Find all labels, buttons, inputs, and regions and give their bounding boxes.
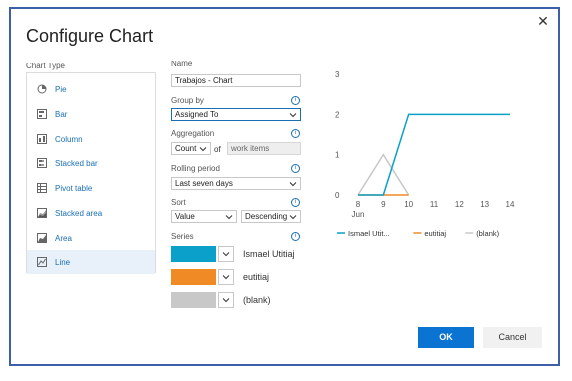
sort-label: Sort — [171, 198, 186, 207]
sort-info-icon[interactable]: i — [291, 198, 300, 207]
group-by-label: Group by — [171, 96, 204, 105]
chart-type-label: Chart Type — [26, 63, 65, 70]
chart-type-label-area: Area — [55, 233, 72, 243]
rolling-period-value: Last seven days — [175, 179, 233, 188]
chart-type-label-pivot-table: Pivot table — [55, 183, 93, 193]
of-text: of — [214, 145, 221, 154]
name-input[interactable]: Trabajos - Chart — [171, 74, 301, 87]
chart-type-stacked-area[interactable]: Stacked area — [27, 201, 155, 225]
chart-type-list: Pie Bar Column Stacked bar Pivot table S… — [26, 72, 156, 274]
column-icon — [37, 134, 47, 144]
series-line-2 — [357, 153, 410, 196]
chart-type-label-pie: Pie — [55, 84, 67, 94]
bar-icon — [37, 109, 47, 119]
x-sub-label: Jun — [352, 210, 365, 219]
cancel-button[interactable]: Cancel — [483, 327, 542, 348]
chevron-down-icon — [289, 113, 297, 118]
series-color-swatch-1[interactable] — [171, 269, 216, 285]
sort-order-select[interactable]: Descending — [241, 210, 301, 223]
rolling-period-select[interactable]: Last seven days — [171, 177, 301, 190]
rolling-period-info-icon[interactable]: i — [291, 164, 300, 173]
chart-type-line[interactable]: Line — [27, 250, 155, 274]
rolling-period-label: Rolling period — [171, 164, 220, 173]
chart-type-area[interactable]: Area — [27, 226, 155, 250]
chart-type-label-stacked-area: Stacked area — [55, 208, 103, 218]
aggregation-select[interactable]: Count — [171, 142, 211, 155]
ok-button[interactable]: OK — [418, 327, 474, 348]
y-tick-label-2: 2 — [335, 110, 340, 119]
sort-by-select[interactable]: Value — [171, 210, 237, 223]
chevron-down-icon — [222, 252, 230, 257]
chart-type-label-stacked-bar: Stacked bar — [55, 158, 98, 168]
name-label: Name — [171, 61, 193, 68]
x-tick-label-0: 8 — [356, 200, 361, 209]
chart-type-bar[interactable]: Bar — [27, 102, 155, 126]
chart-type-column[interactable]: Column — [27, 127, 155, 151]
aggregation-info-icon[interactable]: i — [291, 129, 300, 138]
dialog-title: Configure Chart — [26, 26, 154, 46]
group-by-value: Assigned To — [175, 110, 219, 119]
chart-type-label-column: Column — [55, 134, 83, 144]
chart-type-label-line: Line — [55, 257, 71, 267]
x-tick-label-1: 9 — [381, 200, 386, 209]
chart-type-pivot-table[interactable]: Pivot table — [27, 176, 155, 200]
series-color-dropdown-1[interactable] — [218, 269, 234, 285]
chart-preview: 01238 9 10 11 12 13 14JunIsmael Utit... eutitia… — [335, 70, 515, 238]
chevron-down-icon — [199, 147, 207, 152]
legend-label-2: (blank) — [476, 229, 499, 238]
aggregation-value: Count — [175, 144, 197, 153]
stacked-area-icon — [37, 208, 47, 218]
series-color-dropdown-0[interactable] — [218, 246, 234, 262]
sort-order-value: Descending — [245, 212, 288, 221]
x-tick-label-5: 13 — [480, 200, 489, 209]
pie-icon — [37, 84, 47, 94]
legend-label-1: eutitiaj — [424, 229, 446, 238]
series-label: Series — [171, 232, 194, 241]
x-tick-label-4: 12 — [455, 200, 464, 209]
series-name-0: Ismael Utitiaj — [243, 249, 295, 259]
y-tick-label-3: 3 — [335, 70, 340, 79]
sort-by-value: Value — [175, 212, 195, 221]
y-tick-label-0: 0 — [335, 191, 340, 200]
group-by-select[interactable]: Assigned To — [171, 108, 301, 121]
group-by-info-icon[interactable]: i — [291, 96, 300, 105]
series-name-1: eutitiaj — [243, 272, 270, 282]
chevron-down-icon — [289, 215, 297, 220]
series-color-swatch-2[interactable] — [171, 292, 216, 308]
chevron-down-icon — [222, 298, 230, 303]
series-info-icon[interactable]: i — [291, 232, 300, 241]
chevron-down-icon — [225, 215, 233, 220]
series-name-2: (blank) — [243, 295, 271, 305]
legend-label-0: Ismael Utit... — [348, 229, 390, 238]
x-tick-label-3: 11 — [430, 200, 439, 209]
aggregation-field: work items — [227, 142, 301, 155]
line-icon — [37, 257, 47, 267]
pivot-table-icon — [37, 183, 47, 193]
chart-type-stacked-bar[interactable]: Stacked bar — [27, 151, 155, 175]
chart-type-pie[interactable]: Pie — [27, 77, 155, 101]
stacked-bar-icon — [37, 158, 47, 168]
x-tick-label-2: 10 — [404, 200, 413, 209]
chart-type-label-bar: Bar — [55, 109, 68, 119]
chevron-down-icon — [222, 275, 230, 280]
area-icon — [37, 233, 47, 243]
x-tick-label-6: 14 — [506, 200, 515, 209]
series-line-0 — [358, 113, 510, 196]
series-color-dropdown-2[interactable] — [218, 292, 234, 308]
aggregation-label: Aggregation — [171, 129, 215, 138]
close-icon[interactable]: ✕ — [536, 14, 550, 28]
series-color-swatch-0[interactable] — [171, 246, 216, 262]
y-tick-label-1: 1 — [335, 151, 340, 160]
chevron-down-icon — [289, 182, 297, 187]
